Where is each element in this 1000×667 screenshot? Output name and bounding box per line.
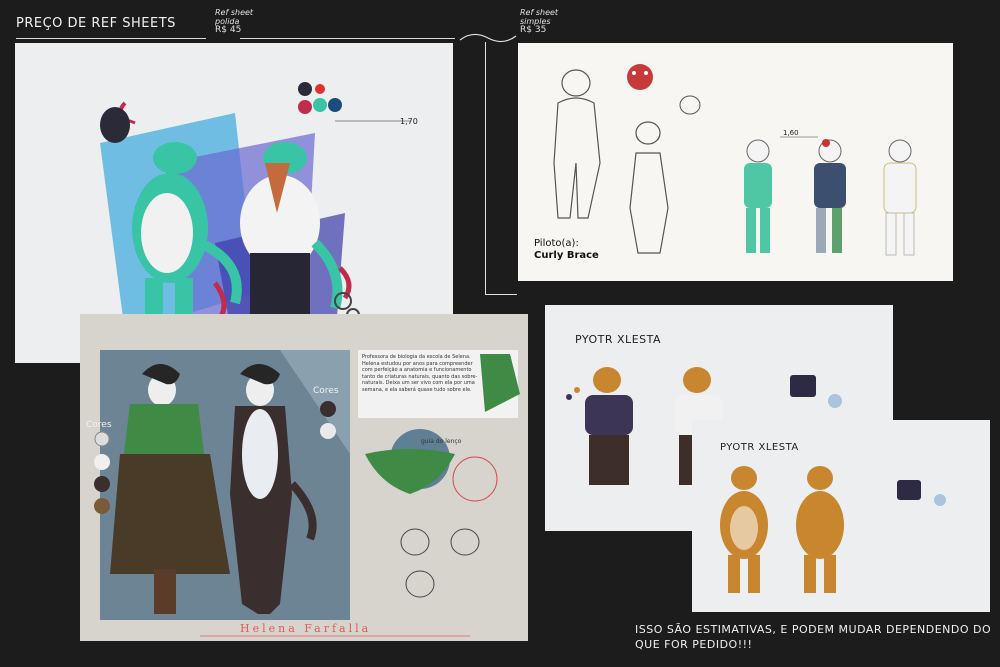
page-title: PREÇO DE REF SHEETS [16,16,176,31]
colors-label: Cores [313,386,339,396]
character-name: PYOTR XLESTA [575,333,662,346]
connector-line [485,294,517,295]
scarf-label: guia do lenço [421,438,462,445]
sheet-curly-brace: 1,60 Piloto(a): Curly Brace [518,43,953,281]
colors-label: Cores [86,420,112,430]
divider [240,38,455,39]
price-polished: Ref sheet polida R$ 45 [215,8,254,35]
character-name: PYOTR XLESTA [720,442,799,453]
character-name: Helena Farfalla [240,622,372,635]
swirl-ornament [458,30,518,50]
helena-notes: Professora de biologia da escola de Sele… [362,354,478,393]
sheet-helena: Professora de biologia da escola de Sele… [80,314,528,641]
height-mark: 1,60 [783,129,799,137]
pilot-label: Piloto(a): Curly Brace [534,238,599,261]
sheet-pyotr-base: PYOTR XLESTA [692,420,990,612]
connector-line [485,42,486,294]
disclaimer-caption: ISSO SÃO ESTIMATIVAS, E PODEM MUDAR DEPE… [635,623,992,651]
height-mark: 1,70 [400,117,418,126]
divider [16,38,206,39]
price-simple: Ref sheet simples R$ 35 [520,8,559,35]
